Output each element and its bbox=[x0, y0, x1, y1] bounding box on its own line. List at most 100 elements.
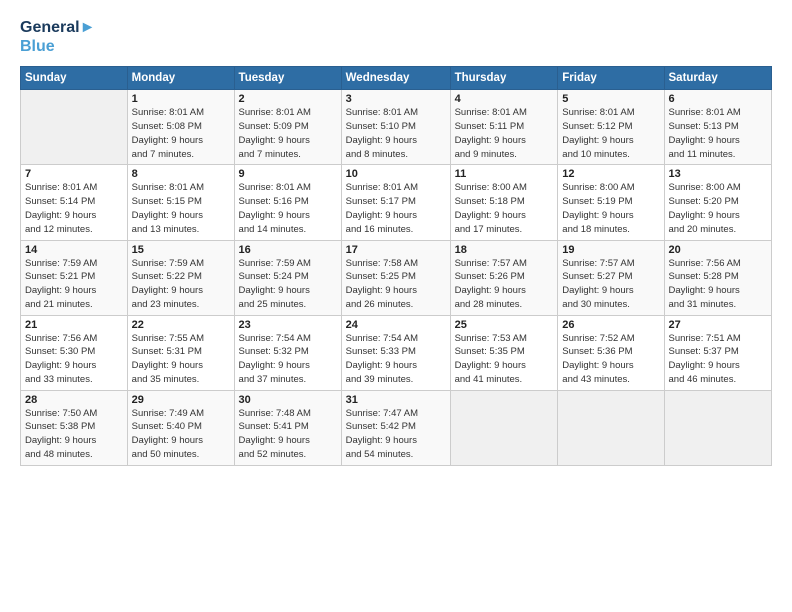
day-info: Sunrise: 8:01 AMSunset: 5:09 PMDaylight:… bbox=[239, 106, 337, 161]
day-cell: 3Sunrise: 8:01 AMSunset: 5:10 PMDaylight… bbox=[341, 90, 450, 165]
day-cell: 4Sunrise: 8:01 AMSunset: 5:11 PMDaylight… bbox=[450, 90, 558, 165]
day-cell: 1Sunrise: 8:01 AMSunset: 5:08 PMDaylight… bbox=[127, 90, 234, 165]
day-cell: 5Sunrise: 8:01 AMSunset: 5:12 PMDaylight… bbox=[558, 90, 664, 165]
day-cell: 13Sunrise: 8:00 AMSunset: 5:20 PMDayligh… bbox=[664, 165, 772, 240]
day-cell: 16Sunrise: 7:59 AMSunset: 5:24 PMDayligh… bbox=[234, 240, 341, 315]
day-number: 22 bbox=[132, 319, 230, 331]
weekday-header-wednesday: Wednesday bbox=[341, 67, 450, 90]
day-number: 3 bbox=[346, 93, 446, 105]
weekday-header-saturday: Saturday bbox=[664, 67, 772, 90]
day-number: 7 bbox=[25, 168, 123, 180]
day-number: 4 bbox=[455, 93, 554, 105]
day-info: Sunrise: 7:54 AMSunset: 5:33 PMDaylight:… bbox=[346, 332, 446, 387]
day-info: Sunrise: 7:53 AMSunset: 5:35 PMDaylight:… bbox=[455, 332, 554, 387]
day-number: 23 bbox=[239, 319, 337, 331]
day-info: Sunrise: 7:57 AMSunset: 5:26 PMDaylight:… bbox=[455, 257, 554, 312]
header: General► Blue bbox=[20, 18, 772, 56]
week-row-3: 14Sunrise: 7:59 AMSunset: 5:21 PMDayligh… bbox=[21, 240, 772, 315]
day-cell: 6Sunrise: 8:01 AMSunset: 5:13 PMDaylight… bbox=[664, 90, 772, 165]
logo-text-general: General► bbox=[20, 18, 95, 37]
day-cell bbox=[664, 390, 772, 465]
day-cell: 9Sunrise: 8:01 AMSunset: 5:16 PMDaylight… bbox=[234, 165, 341, 240]
day-info: Sunrise: 7:47 AMSunset: 5:42 PMDaylight:… bbox=[346, 407, 446, 462]
calendar-page: General► Blue SundayMondayTuesdayWednesd… bbox=[0, 0, 792, 612]
day-cell bbox=[558, 390, 664, 465]
logo: General► Blue bbox=[20, 18, 95, 56]
weekday-header-thursday: Thursday bbox=[450, 67, 558, 90]
day-cell: 11Sunrise: 8:00 AMSunset: 5:18 PMDayligh… bbox=[450, 165, 558, 240]
day-info: Sunrise: 7:48 AMSunset: 5:41 PMDaylight:… bbox=[239, 407, 337, 462]
weekday-header-sunday: Sunday bbox=[21, 67, 128, 90]
day-cell: 19Sunrise: 7:57 AMSunset: 5:27 PMDayligh… bbox=[558, 240, 664, 315]
day-cell: 2Sunrise: 8:01 AMSunset: 5:09 PMDaylight… bbox=[234, 90, 341, 165]
day-info: Sunrise: 8:01 AMSunset: 5:10 PMDaylight:… bbox=[346, 106, 446, 161]
day-info: Sunrise: 8:00 AMSunset: 5:19 PMDaylight:… bbox=[562, 181, 659, 236]
day-info: Sunrise: 8:01 AMSunset: 5:12 PMDaylight:… bbox=[562, 106, 659, 161]
logo-text-blue: Blue bbox=[20, 37, 95, 56]
day-info: Sunrise: 7:59 AMSunset: 5:21 PMDaylight:… bbox=[25, 257, 123, 312]
day-number: 11 bbox=[455, 168, 554, 180]
week-row-5: 28Sunrise: 7:50 AMSunset: 5:38 PMDayligh… bbox=[21, 390, 772, 465]
day-cell: 30Sunrise: 7:48 AMSunset: 5:41 PMDayligh… bbox=[234, 390, 341, 465]
week-row-1: 1Sunrise: 8:01 AMSunset: 5:08 PMDaylight… bbox=[21, 90, 772, 165]
day-info: Sunrise: 7:54 AMSunset: 5:32 PMDaylight:… bbox=[239, 332, 337, 387]
day-info: Sunrise: 8:01 AMSunset: 5:16 PMDaylight:… bbox=[239, 181, 337, 236]
day-info: Sunrise: 7:49 AMSunset: 5:40 PMDaylight:… bbox=[132, 407, 230, 462]
day-cell: 25Sunrise: 7:53 AMSunset: 5:35 PMDayligh… bbox=[450, 315, 558, 390]
day-number: 15 bbox=[132, 244, 230, 256]
day-info: Sunrise: 8:01 AMSunset: 5:08 PMDaylight:… bbox=[132, 106, 230, 161]
day-number: 10 bbox=[346, 168, 446, 180]
day-cell: 24Sunrise: 7:54 AMSunset: 5:33 PMDayligh… bbox=[341, 315, 450, 390]
day-info: Sunrise: 8:01 AMSunset: 5:13 PMDaylight:… bbox=[669, 106, 768, 161]
day-cell: 27Sunrise: 7:51 AMSunset: 5:37 PMDayligh… bbox=[664, 315, 772, 390]
day-cell: 22Sunrise: 7:55 AMSunset: 5:31 PMDayligh… bbox=[127, 315, 234, 390]
day-info: Sunrise: 7:56 AMSunset: 5:30 PMDaylight:… bbox=[25, 332, 123, 387]
week-row-2: 7Sunrise: 8:01 AMSunset: 5:14 PMDaylight… bbox=[21, 165, 772, 240]
day-cell: 29Sunrise: 7:49 AMSunset: 5:40 PMDayligh… bbox=[127, 390, 234, 465]
day-cell: 28Sunrise: 7:50 AMSunset: 5:38 PMDayligh… bbox=[21, 390, 128, 465]
day-info: Sunrise: 7:59 AMSunset: 5:22 PMDaylight:… bbox=[132, 257, 230, 312]
day-cell: 21Sunrise: 7:56 AMSunset: 5:30 PMDayligh… bbox=[21, 315, 128, 390]
day-info: Sunrise: 7:50 AMSunset: 5:38 PMDaylight:… bbox=[25, 407, 123, 462]
day-cell: 8Sunrise: 8:01 AMSunset: 5:15 PMDaylight… bbox=[127, 165, 234, 240]
day-info: Sunrise: 8:00 AMSunset: 5:20 PMDaylight:… bbox=[669, 181, 768, 236]
day-info: Sunrise: 7:59 AMSunset: 5:24 PMDaylight:… bbox=[239, 257, 337, 312]
day-cell bbox=[21, 90, 128, 165]
day-info: Sunrise: 8:01 AMSunset: 5:14 PMDaylight:… bbox=[25, 181, 123, 236]
day-cell: 12Sunrise: 8:00 AMSunset: 5:19 PMDayligh… bbox=[558, 165, 664, 240]
day-info: Sunrise: 8:01 AMSunset: 5:11 PMDaylight:… bbox=[455, 106, 554, 161]
day-cell: 18Sunrise: 7:57 AMSunset: 5:26 PMDayligh… bbox=[450, 240, 558, 315]
day-info: Sunrise: 8:01 AMSunset: 5:17 PMDaylight:… bbox=[346, 181, 446, 236]
day-number: 30 bbox=[239, 394, 337, 406]
day-cell: 10Sunrise: 8:01 AMSunset: 5:17 PMDayligh… bbox=[341, 165, 450, 240]
week-row-4: 21Sunrise: 7:56 AMSunset: 5:30 PMDayligh… bbox=[21, 315, 772, 390]
day-cell: 17Sunrise: 7:58 AMSunset: 5:25 PMDayligh… bbox=[341, 240, 450, 315]
day-cell: 26Sunrise: 7:52 AMSunset: 5:36 PMDayligh… bbox=[558, 315, 664, 390]
day-info: Sunrise: 8:00 AMSunset: 5:18 PMDaylight:… bbox=[455, 181, 554, 236]
day-number: 25 bbox=[455, 319, 554, 331]
day-number: 5 bbox=[562, 93, 659, 105]
day-number: 1 bbox=[132, 93, 230, 105]
weekday-header-monday: Monday bbox=[127, 67, 234, 90]
day-info: Sunrise: 7:56 AMSunset: 5:28 PMDaylight:… bbox=[669, 257, 768, 312]
day-info: Sunrise: 7:51 AMSunset: 5:37 PMDaylight:… bbox=[669, 332, 768, 387]
day-number: 14 bbox=[25, 244, 123, 256]
day-info: Sunrise: 7:58 AMSunset: 5:25 PMDaylight:… bbox=[346, 257, 446, 312]
day-number: 18 bbox=[455, 244, 554, 256]
day-cell: 15Sunrise: 7:59 AMSunset: 5:22 PMDayligh… bbox=[127, 240, 234, 315]
day-number: 2 bbox=[239, 93, 337, 105]
weekday-header-row: SundayMondayTuesdayWednesdayThursdayFrid… bbox=[21, 67, 772, 90]
day-number: 13 bbox=[669, 168, 768, 180]
day-info: Sunrise: 7:55 AMSunset: 5:31 PMDaylight:… bbox=[132, 332, 230, 387]
day-number: 9 bbox=[239, 168, 337, 180]
day-number: 19 bbox=[562, 244, 659, 256]
day-cell: 20Sunrise: 7:56 AMSunset: 5:28 PMDayligh… bbox=[664, 240, 772, 315]
day-number: 16 bbox=[239, 244, 337, 256]
weekday-header-tuesday: Tuesday bbox=[234, 67, 341, 90]
day-cell bbox=[450, 390, 558, 465]
day-cell: 14Sunrise: 7:59 AMSunset: 5:21 PMDayligh… bbox=[21, 240, 128, 315]
day-info: Sunrise: 8:01 AMSunset: 5:15 PMDaylight:… bbox=[132, 181, 230, 236]
day-number: 27 bbox=[669, 319, 768, 331]
weekday-header-friday: Friday bbox=[558, 67, 664, 90]
day-number: 21 bbox=[25, 319, 123, 331]
